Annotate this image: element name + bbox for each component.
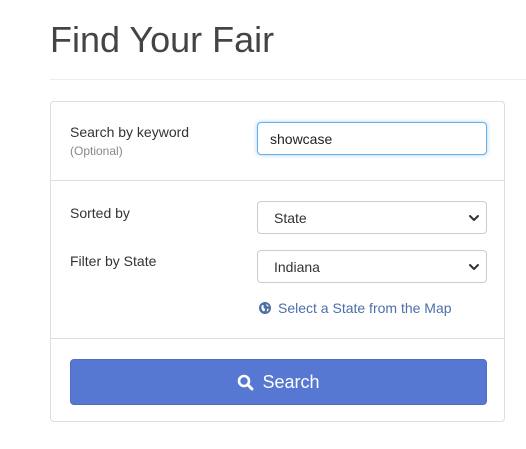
search-panel: Search by keyword (Optional) Sorted by S…: [50, 101, 505, 422]
chevron-down-icon: [469, 264, 479, 270]
page-title: Find Your Fair: [50, 19, 275, 60]
page: Find Your Fair Search by keyword (Option…: [0, 0, 526, 449]
state-select[interactable]: Indiana: [257, 250, 487, 283]
filter-section: Sorted by State Filter by State Indiana: [51, 180, 504, 339]
keyword-label: Search by keyword: [70, 124, 190, 140]
state-selected-value: Indiana: [274, 259, 320, 275]
keyword-optional-hint: (Optional): [70, 144, 123, 158]
search-button-label: Search: [262, 371, 320, 392]
keyword-input[interactable]: [257, 122, 487, 155]
title-divider: [50, 79, 526, 80]
select-state-map-link[interactable]: Select a State from the Map: [259, 300, 452, 316]
sort-selected-value: State: [274, 210, 307, 226]
sort-label: Sorted by: [70, 205, 130, 221]
sort-select[interactable]: State: [257, 201, 487, 234]
search-icon: [238, 374, 254, 390]
globe-icon: [259, 302, 271, 314]
keyword-section: Search by keyword (Optional): [51, 102, 504, 180]
search-button[interactable]: Search: [70, 359, 487, 405]
search-section: Search: [51, 338, 504, 422]
state-filter-label: Filter by State: [70, 253, 157, 269]
chevron-down-icon: [469, 215, 479, 221]
map-link-text: Select a State from the Map: [278, 300, 452, 316]
